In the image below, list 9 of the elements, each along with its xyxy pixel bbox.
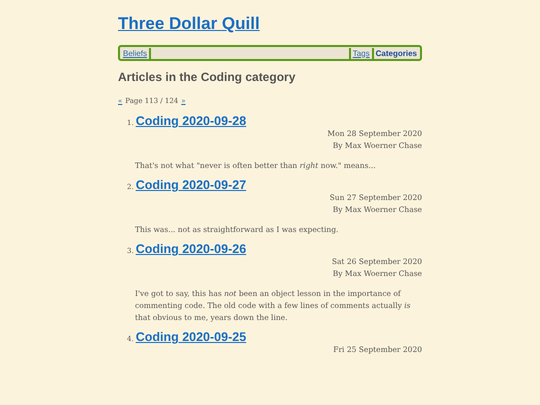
nav-link[interactable]: Beliefs [121,48,152,58]
article-title-link[interactable]: Coding 2020-09-28 [136,114,246,128]
article-title-link[interactable]: Coding 2020-09-27 [136,178,246,192]
site-title-link[interactable]: Three Dollar Quill [118,14,260,34]
article-title-link[interactable]: Coding 2020-09-26 [136,242,246,256]
article-title-link[interactable]: Coding 2020-09-25 [136,330,246,344]
nav-link[interactable]: Categories [372,48,419,58]
nav-link[interactable]: Tags [348,48,372,58]
category-heading: Articles in the Coding category [118,70,296,84]
